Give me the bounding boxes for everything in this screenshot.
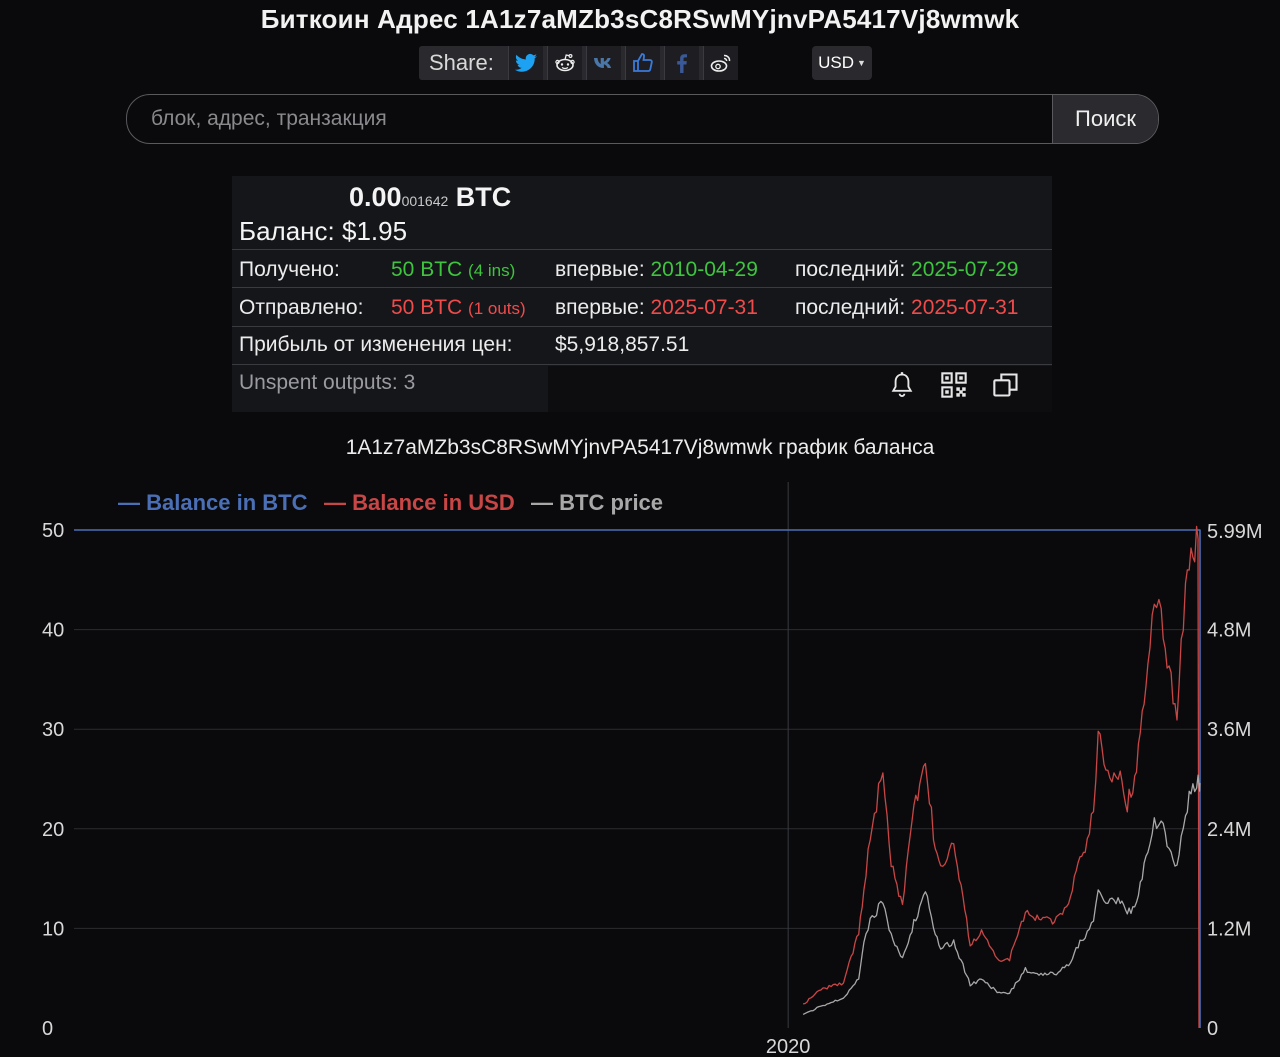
y-axis-right: 0 1.2M 2.4M 3.6M 4.8M 5.99M [1207,521,1263,1040]
balance-value: $1.95 [341,216,408,246]
btc-balance-small: 001642 [401,193,449,209]
share-vk-button[interactable] [585,46,621,80]
tools-area [548,366,1052,412]
y-left-tick-label: 20 [42,819,64,841]
qr-code-icon[interactable] [940,371,968,399]
currency-select[interactable]: USD ▼ [812,46,872,80]
chevron-down-icon: ▼ [856,58,866,68]
chart-legend: — Balance in BTC — Balance in USD — BTC pr… [118,490,663,515]
unspent-outputs-link[interactable]: Unspent outputs: 3 [239,371,415,395]
sent-amount-value: 50 BTC [391,296,463,319]
x-tick-label: 2020 [766,1036,811,1057]
sent-row: Отправлено: 50 BTC (1 outs) впервые: 202… [232,287,1052,326]
y-axis-left: 0 10 20 30 40 50 [42,520,64,1040]
search-input[interactable] [127,95,1052,143]
y-right-tick-label: 5.99M [1207,521,1263,543]
y-right-tick-label: 1.2M [1207,918,1251,940]
sent-last-date: 2025-07-31 [911,296,1019,319]
like-icon [632,53,653,72]
address-summary: 0.00001642 BTC Баланс: $1.95 Получено: 5… [232,176,1052,412]
received-amount-value: 50 BTC [391,258,463,281]
row-divider [232,364,1052,365]
chart-series [74,525,1201,1029]
copy-icon[interactable] [992,371,1020,399]
received-amount: 50 BTC (4 ins) [391,258,515,282]
facebook-icon [677,54,687,73]
y-left-tick-label: 10 [42,918,64,940]
chart-grid [74,482,1200,1028]
y-left-tick-label: 30 [42,719,64,741]
usd-balance: Баланс: $1.95 [239,216,407,247]
y-right-tick-label: 4.8M [1207,620,1251,642]
share-facebook-button[interactable] [663,46,699,80]
sent-last-label: последний: [795,296,906,319]
received-first: впервые: 2010-04-29 [555,258,758,282]
received-last-date: 2025-07-29 [911,258,1019,281]
share-twitter-button[interactable] [507,46,543,80]
balance-chart[interactable]: 01020304050 01.2M2.4M3.6M4.8M5.99M 2020 … [0,470,1280,1057]
currency-value: USD [818,53,854,72]
profit-row: Прибыль от изменения цен: $5,918,857.51 [232,326,1052,365]
y-left-tick-label: 0 [42,1018,53,1040]
sent-first: впервые: 2025-07-31 [555,296,758,320]
series-line-btc-price [802,774,1201,1015]
sent-amount: 50 BTC (1 outs) [391,296,526,320]
btc-balance: 0.00001642 BTC [349,182,511,213]
legend-item[interactable]: — Balance in USD [324,490,515,515]
received-row: Получено: 50 BTC (4 ins) впервые: 2010-0… [232,249,1052,287]
vk-icon [593,58,611,68]
btc-balance-main: 0.00 [349,182,402,212]
share-reddit-button[interactable] [546,46,582,80]
share-weibo-button[interactable] [702,46,738,80]
legend-item[interactable]: — BTC price [531,490,663,515]
profit-value: $5,918,857.51 [555,333,690,356]
received-count: (4 ins) [468,261,516,280]
share-like-button[interactable] [624,46,660,80]
chart-title: 1A1z7aMZb3sC8RSwMYjnvPA5417Vj8wmwk графи… [345,436,935,459]
sent-first-date: 2025-07-31 [650,296,758,319]
btc-balance-unit: BTC [455,182,512,212]
series-line-balance-in-btc [74,529,1201,1028]
sent-first-label: впервые: [555,296,645,319]
received-last-label: последний: [795,258,906,281]
twitter-icon [514,53,537,72]
y-right-tick-label: 3.6M [1207,719,1251,741]
reddit-icon [555,53,575,72]
y-right-tick-label: 2.4M [1207,819,1251,841]
x-axis: 2020 [766,1036,811,1057]
bell-icon[interactable] [888,371,916,399]
share-bar: Share: [419,46,738,80]
sent-count: (1 outs) [468,299,526,318]
weibo-icon [710,54,731,72]
search-button[interactable]: Поиск [1052,95,1158,143]
y-left-tick-label: 40 [42,620,64,642]
profit-label: Прибыль от изменения цен: [239,333,513,356]
legend-item[interactable]: — Balance in BTC [118,490,308,515]
received-first-label: впервые: [555,258,645,281]
balance-label: Баланс: [239,216,335,246]
y-right-tick-label: 0 [1207,1018,1218,1040]
received-label: Получено: [239,258,340,281]
received-first-date: 2010-04-29 [650,258,758,281]
y-left-tick-label: 50 [42,520,64,542]
sent-label: Отправлено: [239,296,364,319]
received-last: последний: 2025-07-29 [795,258,1018,282]
sent-last: последний: 2025-07-31 [795,296,1018,320]
search-bar: Поиск [126,94,1159,144]
share-label: Share: [429,50,494,75]
page-title: Биткоин Адрес 1A1z7aMZb3sC8RSwMYjnvPA541… [260,4,1020,34]
